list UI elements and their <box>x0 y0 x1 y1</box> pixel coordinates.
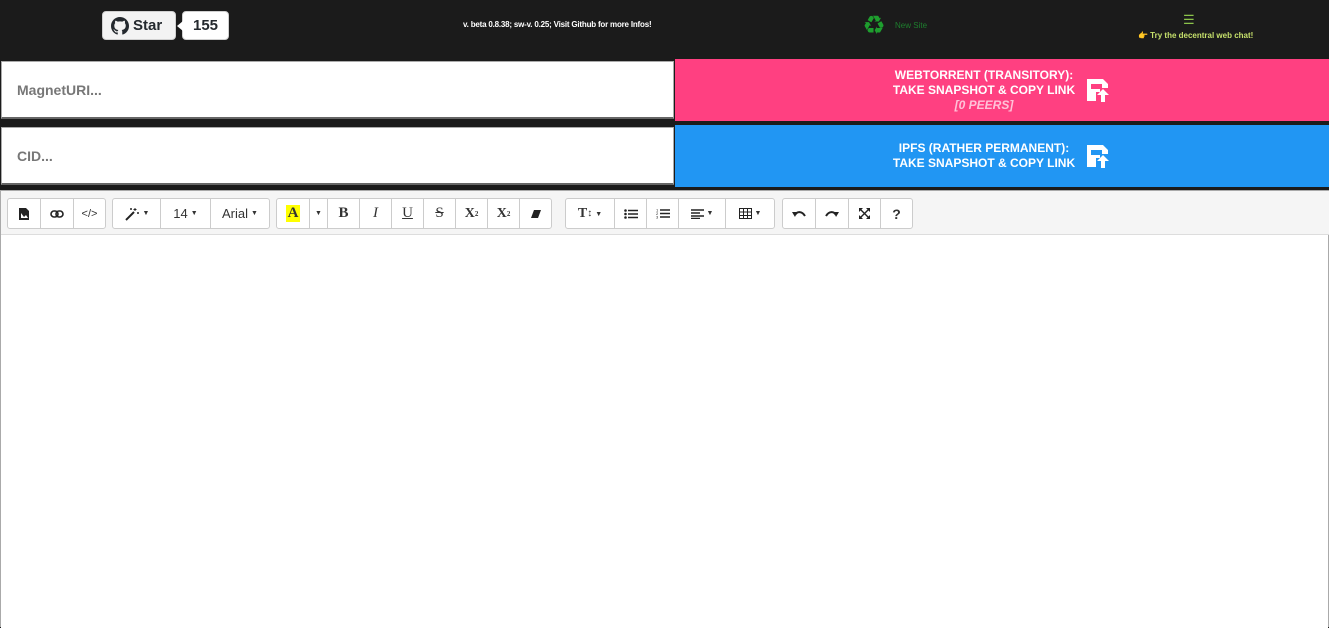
github-icon <box>111 16 129 35</box>
toolbar-group-font: ▼ 14 ▼ Arial ▼ <box>112 198 270 229</box>
editor-content-area[interactable] <box>1 236 1328 628</box>
chevron-down-icon: ▼ <box>142 210 150 217</box>
webtorrent-line2: TAKE SNAPSHOT & COPY LINK <box>892 82 1076 97</box>
text-height-icon[interactable]: T ↕ ▼ <box>565 198 615 229</box>
webtorrent-line1: WEBTORRENT (TRANSITORY): <box>894 67 1074 82</box>
toolbar-group-format: A ▼ B I U S X2 X2 <box>276 198 552 229</box>
help-icon[interactable]: ? <box>880 198 913 229</box>
font-size-dropdown[interactable]: 14 ▼ <box>160 198 211 229</box>
editor-toolbar: </> ▼ 14 ▼ Arial ▼ A ▼ B I U S X 2 X 2 T… <box>1 191 1329 235</box>
peer-count: [0 PEERS] <box>954 97 1014 112</box>
top-bar: Star 155 v. beta 0.8.38; sw-v. 0.25; Vis… <box>0 0 1329 59</box>
version-text: v. beta 0.8.38; sw-v. 0.25; Visit Github… <box>463 20 652 29</box>
chevron-down-icon: ▼ <box>190 210 198 217</box>
cid-input[interactable]: CID... <box>1 127 674 185</box>
chevron-down-icon: ▼ <box>754 210 762 217</box>
italic-icon[interactable]: I <box>359 198 392 229</box>
table-dropdown[interactable]: ▼ <box>725 198 775 229</box>
webtorrent-row: MagnetURI... WEBTORRENT (TRANSITORY): TA… <box>0 59 1329 121</box>
font-size-value: 14 <box>173 206 188 221</box>
code-view-icon[interactable]: </> <box>73 198 106 229</box>
eraser-icon[interactable] <box>519 198 552 229</box>
font-family-value: Arial <box>222 206 249 221</box>
superscript-icon[interactable]: X2 <box>455 198 488 229</box>
underline-icon[interactable]: U <box>391 198 424 229</box>
link-icon[interactable] <box>40 198 74 229</box>
decentral-chat-link[interactable]: 👉 Try the decentral web chat! <box>1138 31 1253 40</box>
undo-icon[interactable] <box>782 198 816 229</box>
magnet-uri-input[interactable]: MagnetURI... <box>1 61 674 119</box>
save-upload-icon <box>1087 145 1110 168</box>
ipfs-snapshot-button[interactable]: IPFS (RATHER PERMANENT): TAKE SNAPSHOT &… <box>675 125 1329 187</box>
text-color-icon[interactable]: A <box>276 198 310 229</box>
subscript-icon[interactable]: X2 <box>487 198 520 229</box>
toolbar-group-paragraph: T ↕ ▼ 123 ▼ ▼ <box>565 198 775 229</box>
webtorrent-snapshot-button[interactable]: WEBTORRENT (TRANSITORY): TAKE SNAPSHOT &… <box>675 59 1329 121</box>
toolbar-group-misc: ? <box>782 198 913 229</box>
strikethrough-icon[interactable]: S <box>423 198 456 229</box>
ordered-list-icon[interactable]: 123 <box>646 198 679 229</box>
ipfs-line1: IPFS (RATHER PERMANENT): <box>898 141 1070 155</box>
webtorrent-button-text: WEBTORRENT (TRANSITORY): TAKE SNAPSHOT &… <box>893 68 1075 113</box>
align-left-icon <box>690 208 704 219</box>
fullscreen-icon[interactable] <box>848 198 881 229</box>
github-star-count[interactable]: 155 <box>177 11 229 40</box>
menu-icon[interactable]: ☰ <box>1183 12 1195 28</box>
chevron-down-icon: ▼ <box>595 209 603 218</box>
table-icon <box>738 208 752 219</box>
rich-text-editor: </> ▼ 14 ▼ Arial ▼ A ▼ B I U S X 2 X 2 T… <box>0 190 1329 628</box>
picture-icon[interactable] <box>7 198 41 229</box>
toolbar-group-insert: </> <box>7 198 106 229</box>
new-site-link[interactable]: New Site <box>895 21 927 30</box>
paragraph-align-dropdown[interactable]: ▼ <box>678 198 726 229</box>
bold-icon[interactable]: B <box>327 198 360 229</box>
ipfs-row: CID... IPFS (RATHER PERMANENT): TAKE SNA… <box>0 125 1329 187</box>
github-star-button[interactable]: Star <box>102 11 176 40</box>
color-dropdown-caret[interactable]: ▼ <box>309 198 328 229</box>
ipfs-button-text: IPFS (RATHER PERMANENT): TAKE SNAPSHOT &… <box>893 141 1075 171</box>
font-family-dropdown[interactable]: Arial ▼ <box>210 198 270 229</box>
chevron-down-icon: ▼ <box>706 210 714 217</box>
save-upload-icon <box>1087 79 1110 102</box>
chevron-down-icon: ▼ <box>251 210 258 217</box>
svg-text:3: 3 <box>656 215 659 220</box>
github-star-label: Star <box>133 17 163 34</box>
redo-icon[interactable] <box>815 198 849 229</box>
chevron-down-icon: ▼ <box>315 210 322 217</box>
ipfs-line2: TAKE SNAPSHOT & COPY LINK <box>892 156 1076 170</box>
recycle-icon[interactable]: ♻ <box>861 12 887 38</box>
unordered-list-icon[interactable] <box>614 198 647 229</box>
style-magic-wand-icon[interactable]: ▼ <box>112 198 161 229</box>
